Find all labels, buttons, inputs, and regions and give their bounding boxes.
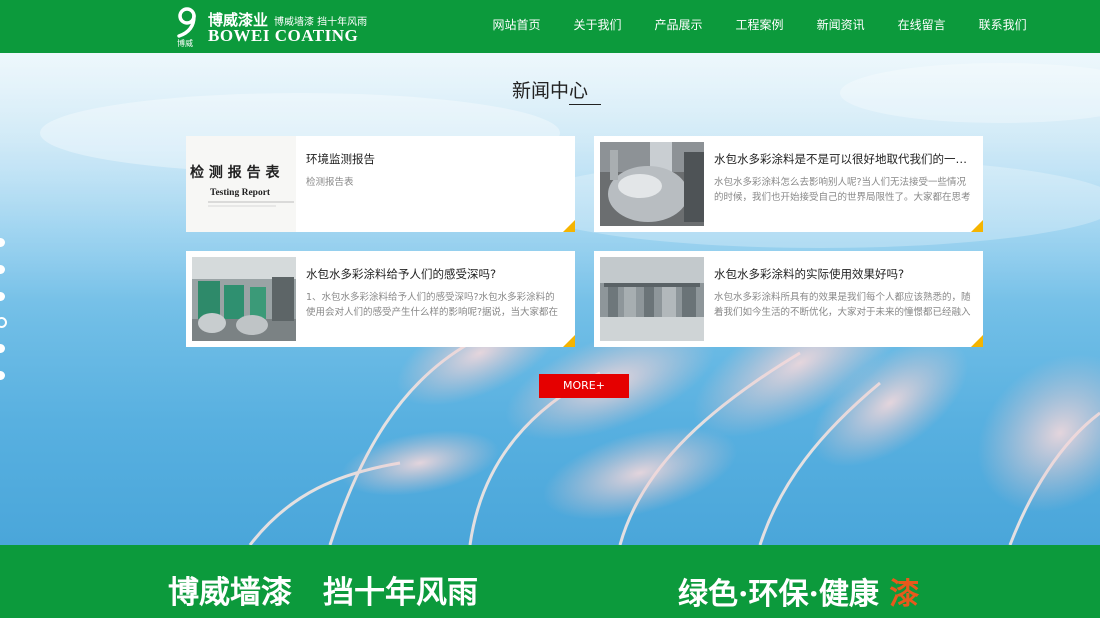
nav-item-products[interactable]: 产品展示 xyxy=(638,0,719,53)
carousel-dot[interactable] xyxy=(0,238,5,247)
corner-accent xyxy=(563,335,575,347)
section-title: 新闻中心 xyxy=(511,80,588,102)
main-nav: 网站首页 关于我们 产品展示 工程案例 新闻资讯 在线留言 联系我们 xyxy=(476,0,1043,53)
news-body: 水包水多彩涂料的实际使用效果好吗? 水包水多彩涂料所具有的效果是我们每个人都应该… xyxy=(714,266,972,320)
news-thumbnail[interactable]: 检 测 报 告 表 Testing Report xyxy=(186,136,296,232)
news-card[interactable]: 水包水多彩涂料的实际使用效果好吗? 水包水多彩涂料所具有的效果是我们每个人都应该… xyxy=(594,251,983,347)
footer-slogan-right: 绿色·环保·健康 漆 xyxy=(678,569,919,613)
news-body: 环境监测报告 检测报告表 xyxy=(306,151,564,205)
news-body: 水包水多彩涂料是不是可以很好地取代我们的一些涂料… 水包水多彩涂料怎么去影响别人… xyxy=(714,151,972,205)
news-title[interactable]: 水包水多彩涂料给予人们的感受深吗? xyxy=(306,266,564,282)
nav-item-contact[interactable]: 联系我们 xyxy=(962,0,1043,53)
footer-slogan-accent: 漆 xyxy=(889,577,920,612)
corner-accent xyxy=(971,220,983,232)
footer-slogan-right-text: 绿色·环保·健康 xyxy=(678,577,879,612)
carousel-pagination xyxy=(0,238,7,388)
carousel-dot[interactable] xyxy=(0,344,5,353)
nav-item-about[interactable]: 关于我们 xyxy=(557,0,638,53)
logo-mark-text: 博威 xyxy=(177,38,193,47)
news-title[interactable]: 水包水多彩涂料是不是可以很好地取代我们的一些涂料… xyxy=(714,151,972,167)
news-card[interactable]: 检 测 报 告 表 Testing Report 环境监测报告 检测报告表 xyxy=(186,136,575,232)
news-title[interactable]: 环境监测报告 xyxy=(306,151,564,167)
carousel-dot[interactable] xyxy=(0,371,5,380)
news-desc: 水包水多彩涂料怎么去影响别人呢?当人们无法接受一些情况的时候，我们也开始接受自己… xyxy=(714,177,971,203)
logo-english-name: BOWEI COATING xyxy=(208,26,359,45)
site-header: 博威 博威漆业 博威墙漆 挡十年风雨 BOWEI COATING 网站首页 关于… xyxy=(0,0,1100,53)
news-card[interactable]: 水包水多彩涂料是不是可以很好地取代我们的一些涂料… 水包水多彩涂料怎么去影响别人… xyxy=(594,136,983,232)
news-desc: 1、水包水多彩涂料给予人们的感受深吗?水包水多彩涂料的使用会对人们的感受产生什么… xyxy=(306,292,559,318)
more-button[interactable]: MORE+ xyxy=(539,374,629,398)
corner-accent xyxy=(563,220,575,232)
section-title-underline xyxy=(569,104,601,105)
news-body: 水包水多彩涂料给予人们的感受深吗? 1、水包水多彩涂料给予人们的感受深吗?水包水… xyxy=(306,266,564,320)
news-card[interactable]: 水包水多彩涂料给予人们的感受深吗? 1、水包水多彩涂料给予人们的感受深吗?水包水… xyxy=(186,251,575,347)
news-thumbnail[interactable] xyxy=(192,257,296,341)
news-title[interactable]: 水包水多彩涂料的实际使用效果好吗? xyxy=(714,266,972,282)
news-desc: 检测报告表 xyxy=(306,177,354,188)
carousel-dot[interactable] xyxy=(0,265,5,274)
nav-item-message[interactable]: 在线留言 xyxy=(881,0,962,53)
news-thumbnail[interactable] xyxy=(600,142,704,226)
news-desc: 水包水多彩涂料所具有的效果是我们每个人都应该熟悉的，随着我们如今生活的不断优化，… xyxy=(714,292,971,318)
footer-banner: 博威墙漆 挡十年风雨 绿色·环保·健康 漆 xyxy=(0,545,1100,618)
news-thumbnail[interactable] xyxy=(600,257,704,341)
nav-item-home[interactable]: 网站首页 xyxy=(476,0,557,53)
carousel-dot[interactable] xyxy=(0,292,5,301)
nav-item-cases[interactable]: 工程案例 xyxy=(719,0,800,53)
footer-slogan-left: 博威墙漆 挡十年风雨 xyxy=(168,575,478,611)
thumb-report-cn: 检 测 报 告 表 xyxy=(190,164,280,181)
site-logo[interactable]: 博威 博威漆业 博威墙漆 挡十年风雨 BOWEI COATING xyxy=(176,7,367,47)
logo-mark-icon: 博威 xyxy=(176,7,202,47)
thumb-report-en: Testing Report xyxy=(210,188,271,198)
corner-accent xyxy=(971,335,983,347)
nav-item-news[interactable]: 新闻资讯 xyxy=(800,0,881,53)
carousel-dot-active[interactable] xyxy=(0,317,7,328)
